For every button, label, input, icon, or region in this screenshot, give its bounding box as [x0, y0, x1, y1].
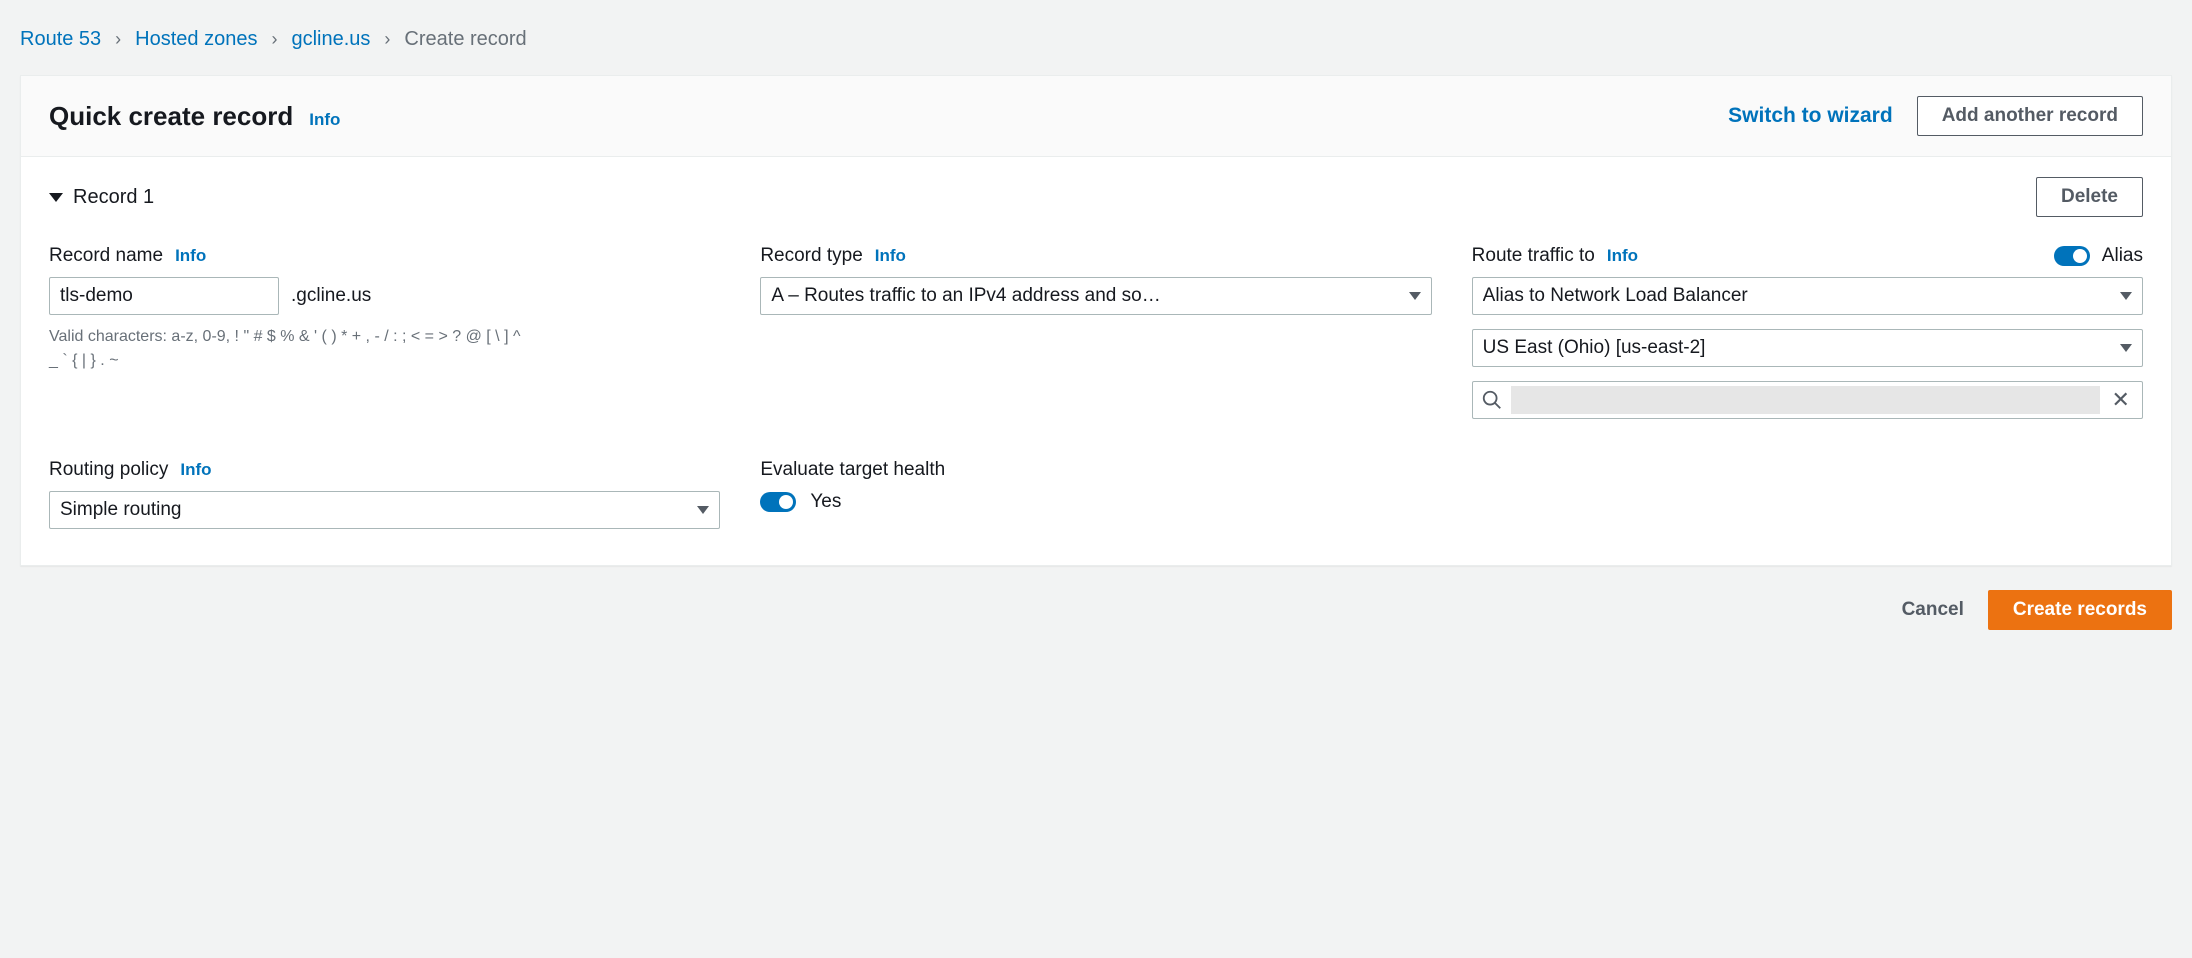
record-type-select[interactable]: A – Routes traffic to an IPv4 address an… [760, 277, 1431, 315]
record-name-suffix: .gcline.us [291, 285, 371, 307]
chevron-right-icon: › [384, 29, 390, 50]
record-type-value: A – Routes traffic to an IPv4 address an… [771, 285, 1160, 307]
alias-target-value: Alias to Network Load Balancer [1483, 285, 1748, 307]
alias-target-select[interactable]: Alias to Network Load Balancer [1472, 277, 2143, 315]
record-type-label: Record type [760, 245, 862, 267]
search-input-placeholder[interactable] [1511, 386, 2100, 414]
caret-down-icon [2120, 344, 2132, 352]
caret-down-icon [1409, 292, 1421, 300]
breadcrumb-zone[interactable]: gcline.us [291, 28, 370, 51]
alias-toggle-label: Alias [2102, 245, 2143, 267]
breadcrumb-current: Create record [404, 28, 526, 51]
quick-create-panel: Quick create record Info Switch to wizar… [20, 75, 2172, 566]
routing-policy-field: Routing policy Info Simple routing [49, 459, 720, 529]
chevron-right-icon: › [115, 29, 121, 50]
record-heading: Record 1 [73, 186, 154, 209]
record-name-label: Record name [49, 245, 163, 267]
switch-to-wizard-link[interactable]: Switch to wizard [1728, 104, 1893, 128]
record-name-input[interactable] [49, 277, 279, 315]
routing-policy-value: Simple routing [60, 499, 181, 521]
record-name-hint: Valid characters: a-z, 0-9, ! " # $ % & … [49, 325, 529, 373]
region-value: US East (Ohio) [us-east-2] [1483, 337, 1706, 359]
delete-button[interactable]: Delete [2036, 177, 2143, 217]
evaluate-health-value: Yes [810, 491, 841, 513]
info-link-route-traffic[interactable]: Info [1607, 246, 1638, 266]
record-type-field: Record type Info A – Routes traffic to a… [760, 245, 1431, 419]
create-records-button[interactable]: Create records [1988, 590, 2172, 630]
breadcrumb: Route 53 › Hosted zones › gcline.us › Cr… [20, 20, 2172, 75]
page-title: Quick create record [49, 101, 293, 132]
region-select[interactable]: US East (Ohio) [us-east-2] [1472, 329, 2143, 367]
record-expand-toggle[interactable]: Record 1 [49, 186, 154, 209]
caret-down-icon [2120, 292, 2132, 300]
caret-down-icon [49, 193, 63, 202]
search-icon [1481, 389, 1503, 411]
routing-policy-select[interactable]: Simple routing [49, 491, 720, 529]
info-link-header[interactable]: Info [309, 110, 340, 130]
breadcrumb-route53[interactable]: Route 53 [20, 28, 101, 51]
evaluate-health-field: Evaluate target health Yes [760, 459, 1431, 529]
load-balancer-search[interactable]: ✕ [1472, 381, 2143, 419]
cancel-button[interactable]: Cancel [1902, 599, 1964, 621]
clear-icon[interactable]: ✕ [2108, 389, 2134, 411]
info-link-record-name[interactable]: Info [175, 246, 206, 266]
info-link-routing-policy[interactable]: Info [180, 460, 211, 480]
info-link-record-type[interactable]: Info [875, 246, 906, 266]
routing-policy-label: Routing policy [49, 459, 168, 481]
evaluate-health-label: Evaluate target health [760, 459, 945, 481]
route-traffic-field: Route traffic to Info Alias Alias to Net… [1472, 245, 2143, 419]
panel-header: Quick create record Info Switch to wizar… [21, 76, 2171, 157]
alias-toggle[interactable] [2054, 246, 2090, 266]
breadcrumb-hosted-zones[interactable]: Hosted zones [135, 28, 257, 51]
add-another-record-button[interactable]: Add another record [1917, 96, 2143, 136]
record-name-field: Record name Info .gcline.us Valid charac… [49, 245, 720, 419]
caret-down-icon [697, 506, 709, 514]
chevron-right-icon: › [271, 29, 277, 50]
route-traffic-label: Route traffic to [1472, 245, 1595, 267]
footer-actions: Cancel Create records [20, 566, 2172, 638]
evaluate-health-toggle[interactable] [760, 492, 796, 512]
